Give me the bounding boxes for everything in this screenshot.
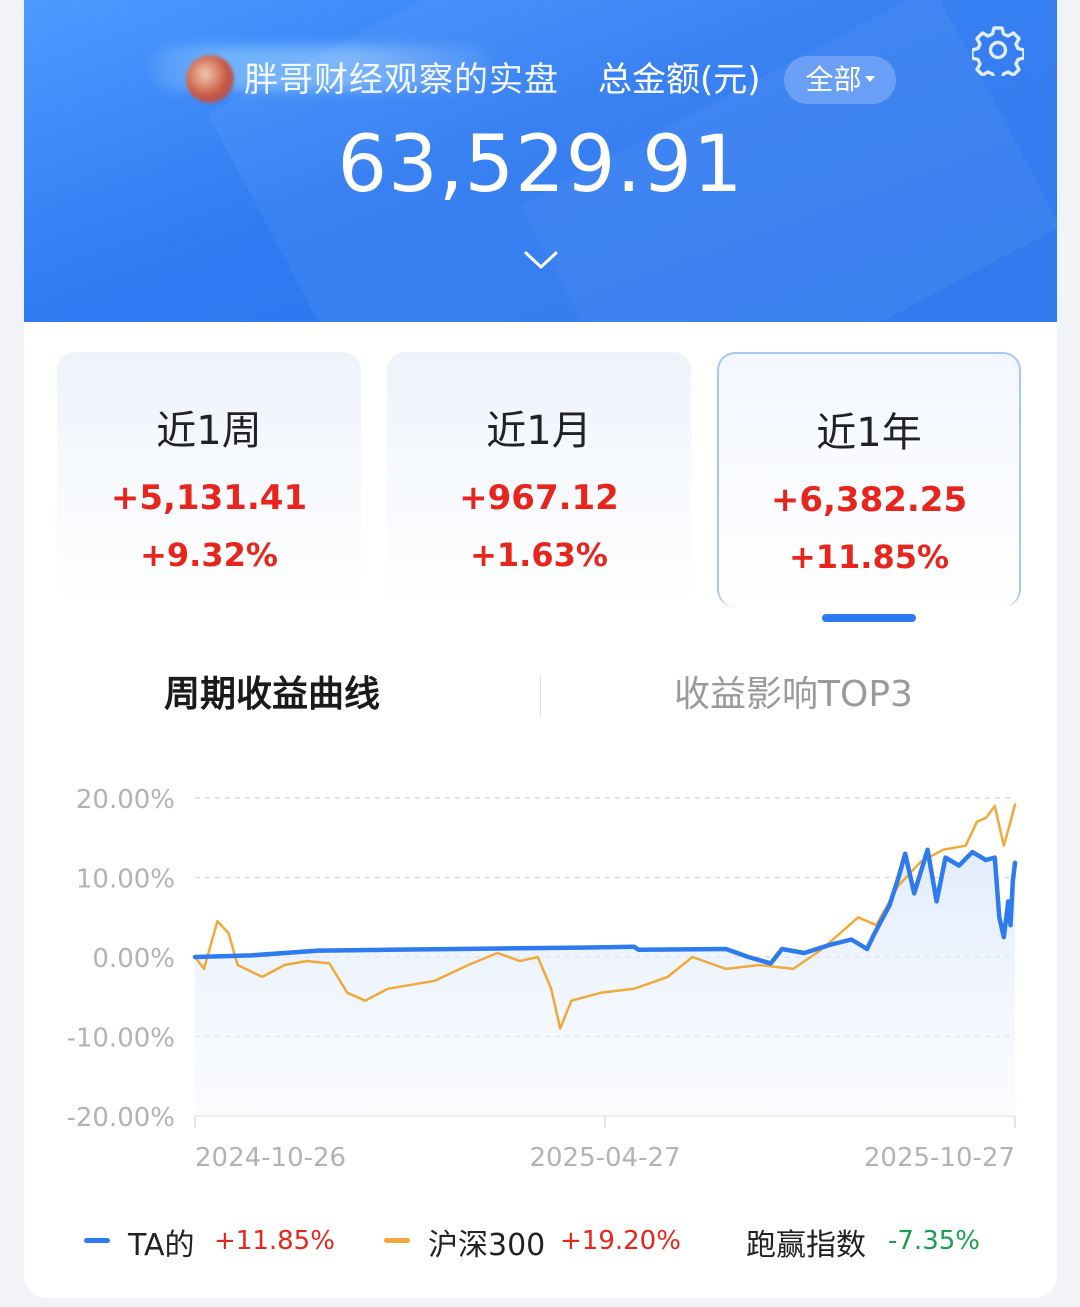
gear-icon[interactable] [972, 24, 1024, 76]
period-card-year[interactable]: 近1年 +6,382.25 +11.85% [717, 352, 1021, 607]
legend-label: 跑赢指数 [746, 1228, 866, 1263]
period-percent: +9.32% [140, 536, 278, 574]
legend-value: -7.35% [888, 1226, 980, 1256]
selected-period-indicator [822, 614, 916, 622]
x-tick-label: 2025-10-27 [864, 1143, 1015, 1173]
period-percent: +1.63% [470, 536, 608, 574]
chevron-down-icon[interactable] [523, 248, 559, 272]
portfolio-card: 胖哥财经观察的实盘 总金额(元) 全部 63,529.91 近1周 +5,131… [24, 0, 1057, 1298]
scope-dropdown[interactable]: 全部 [784, 56, 896, 104]
tab-top3-impact[interactable]: 收益影响TOP3 [674, 670, 913, 720]
y-tick-label: -20.00% [66, 1103, 175, 1133]
y-tick-label: 10.00% [76, 865, 175, 895]
legend-label: 沪深300 [428, 1228, 546, 1263]
x-tick-label: 2024-10-26 [195, 1143, 346, 1173]
y-tick-label: 20.00% [76, 785, 175, 815]
period-label: 近1月 [486, 408, 592, 454]
caret-down-icon [864, 76, 875, 82]
period-percent: +11.85% [788, 538, 950, 576]
owner-name: 胖哥财经观察的实盘 [244, 60, 559, 100]
tab-period-curve[interactable]: 周期收益曲线 [164, 670, 380, 720]
period-amount: +967.12 [459, 478, 619, 518]
period-label: 近1年 [816, 410, 922, 456]
legend-swatch-blue [84, 1238, 110, 1243]
period-card-week[interactable]: 近1周 +5,131.41 +9.32% [57, 352, 361, 607]
y-tick-label: -10.00% [66, 1024, 175, 1054]
avatar[interactable] [186, 55, 234, 103]
legend-value: +19.20% [560, 1226, 681, 1256]
period-amount: +6,382.25 [770, 480, 968, 520]
total-amount-label: 总金额(元) [598, 60, 761, 100]
summary-header: 胖哥财经观察的实盘 总金额(元) 全部 63,529.91 [24, 0, 1057, 322]
legend-swatch-orange [384, 1238, 410, 1243]
chart-legend: TA的 +11.85% 沪深300 +19.20% 跑赢指数 -7.35% [24, 1214, 1057, 1270]
total-amount: 63,529.91 [337, 120, 744, 210]
legend-value: +11.85% [214, 1226, 335, 1256]
ta-area-fill [195, 849, 1015, 1116]
scope-dropdown-label: 全部 [805, 63, 862, 96]
tab-divider [540, 674, 541, 718]
return-curve-chart: 20.00% 10.00% 0.00% -10.00% -20.00% 2024-10-2… [66, 785, 1018, 1173]
period-label: 近1周 [156, 408, 262, 454]
period-card-month[interactable]: 近1月 +967.12 +1.63% [387, 352, 691, 607]
x-tick-label: 2025-04-27 [529, 1143, 680, 1173]
y-tick-label: 0.00% [92, 944, 175, 974]
legend-label: TA的 [128, 1228, 195, 1263]
title-row: 胖哥财经观察的实盘 总金额(元) 全部 [24, 46, 1057, 112]
period-amount: +5,131.41 [110, 478, 308, 518]
